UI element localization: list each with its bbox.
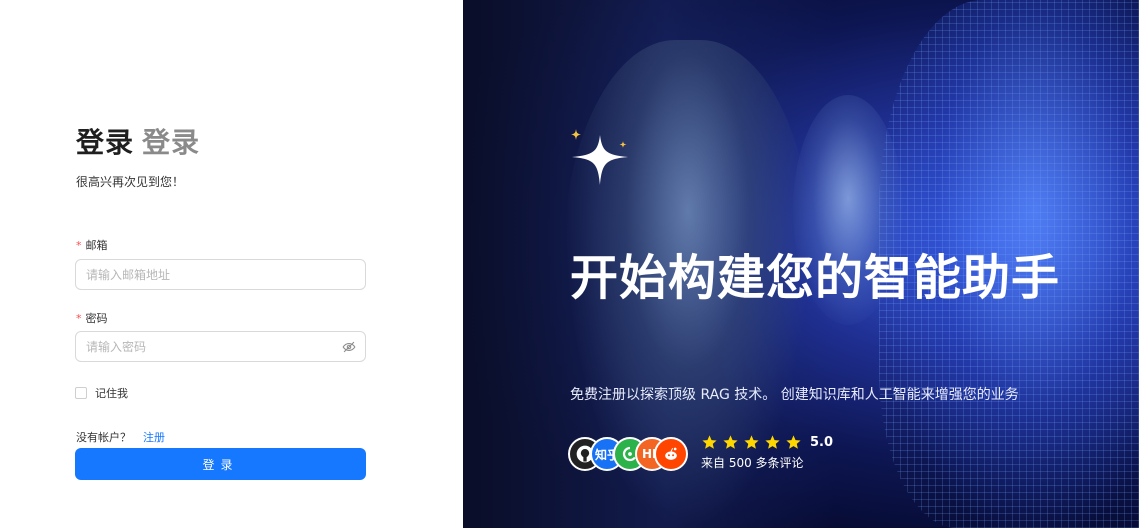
hero-description: 免费注册以探索顶级 RAG 技术。 创建知识库和人工智能来增强您的业务 xyxy=(570,387,1019,403)
no-account-text: 没有帐户？ xyxy=(76,431,131,444)
signup-row: 没有帐户？ 注册 xyxy=(76,429,165,445)
password-label: * 密码 xyxy=(76,310,108,326)
title-secondary: 登录 xyxy=(142,126,201,159)
email-label-text: 邮箱 xyxy=(85,239,108,252)
password-field[interactable] xyxy=(76,332,365,361)
email-field[interactable] xyxy=(76,260,365,289)
star-icon xyxy=(786,435,801,449)
email-field-wrapper xyxy=(75,259,366,290)
password-field-wrapper xyxy=(75,331,366,362)
email-label: * 邮箱 xyxy=(76,237,108,253)
title-main: 登录 xyxy=(76,126,135,159)
required-mark: * xyxy=(76,312,82,325)
rating: 5.0 来自 500 多条评论 xyxy=(701,434,833,471)
remember-label: 记住我 xyxy=(95,387,128,400)
signup-link[interactable]: 注册 xyxy=(143,431,165,444)
required-mark: * xyxy=(76,239,82,252)
sparkle-icon xyxy=(571,129,628,185)
review-count: 来自 500 多条评论 xyxy=(701,456,804,470)
star-icon xyxy=(702,435,717,449)
login-button[interactable]: 登录 xyxy=(75,448,366,480)
login-panel: 登录登录 很高兴再次见到您！ *邮箱 *密码 记住我 没有帐户？注册 登录 xyxy=(0,0,463,528)
welcome-subtitle: 很高兴再次见到您！ xyxy=(76,175,185,189)
star-icon xyxy=(744,435,759,449)
hero-title: 开始构建您的智能助手 xyxy=(570,250,1061,306)
community-avatars: 知乎 HN xyxy=(568,437,693,471)
star-icon xyxy=(765,435,780,449)
hero-panel: 开始构建您的智能助手 免费注册以探索顶级 RAG 技术。 创建知识库和人工智能来… xyxy=(463,0,1139,528)
password-label-text: 密码 xyxy=(85,312,108,325)
eye-invisible-icon[interactable] xyxy=(342,340,356,354)
remember-checkbox[interactable] xyxy=(75,387,87,399)
page-title: 登录 登录 xyxy=(76,121,200,161)
star-icon xyxy=(723,435,738,449)
remember-me[interactable]: 记住我 xyxy=(75,385,128,401)
reddit-icon xyxy=(654,437,688,471)
rating-score: 5.0 xyxy=(810,435,834,450)
star-rating: 5.0 xyxy=(701,434,833,451)
